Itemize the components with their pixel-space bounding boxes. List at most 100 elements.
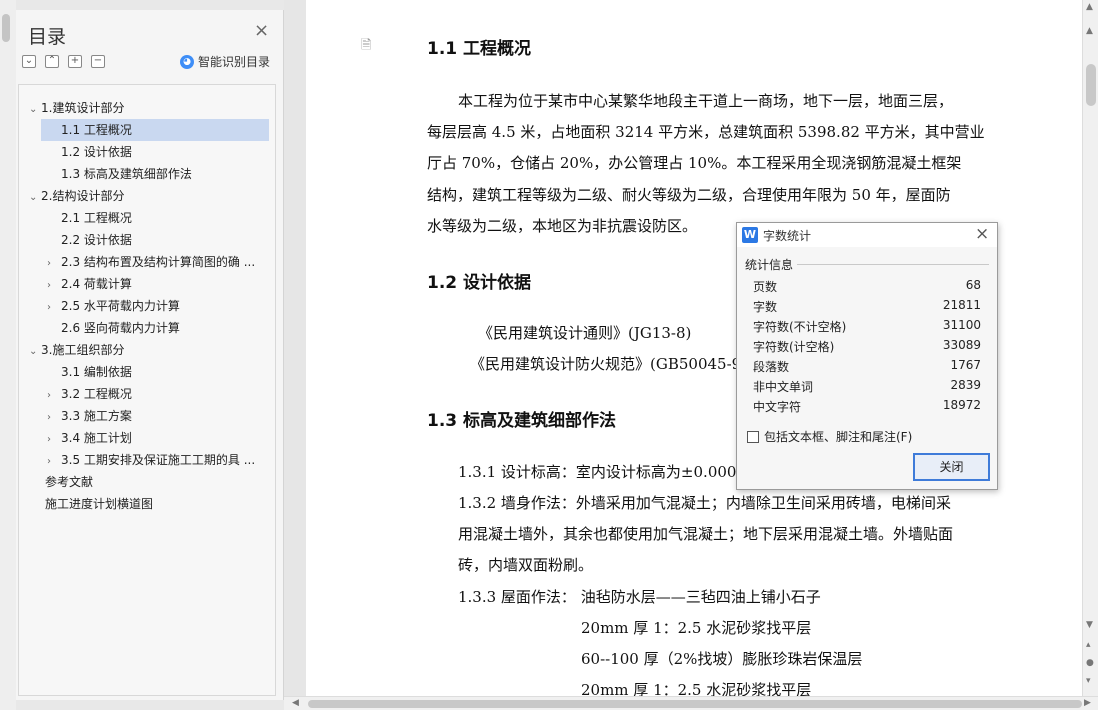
prev-page-icon[interactable]: ▴ [1086, 640, 1091, 650]
toc-item[interactable]: 3.1 编制依据 [61, 361, 269, 383]
next-page-icon[interactable]: ▾ [1086, 676, 1091, 686]
stat-label-chars-no-space: 字符数(不计空格) [753, 320, 847, 334]
toc-item[interactable]: ⌄ 3.施工组织部分 [29, 339, 269, 361]
close-button[interactable]: 关闭 [913, 453, 990, 481]
heading-1-2: 1.2 设计依据 [427, 273, 532, 293]
toc-item-label: 2.5 水平荷载内力计算 [61, 299, 180, 313]
paragraph-line: 本工程为位于某市中心某繁华地段主干道上一商场，地下一层，地面三层， [458, 92, 954, 110]
toc-item[interactable]: 1.2 设计依据 [61, 141, 269, 163]
smart-ai-icon: ◕ [180, 54, 194, 69]
stat-label-chars-with-space: 字符数(计空格) [753, 340, 835, 354]
toc-item-label: 1.1 工程概况 [61, 123, 132, 137]
panel-grip[interactable] [2, 14, 10, 42]
scroll-down-icon[interactable]: ▼ [1086, 620, 1093, 630]
chevron-down-icon[interactable]: ⌄ [29, 99, 41, 119]
smart-toc-label: 智能识别目录 [198, 55, 271, 69]
toc-item-label: 参考文献 [45, 475, 94, 489]
chevron-right-icon[interactable]: › [47, 385, 59, 405]
paragraph-line: 每层层高 4.5 米，占地面积 3214 平方米，总建筑面积 5398.82 平… [427, 123, 985, 141]
toc-item-label: 2.结构设计部分 [41, 189, 125, 203]
stat-value-words: 21811 [942, 298, 981, 312]
scroll-up-icon[interactable]: ▲ [1086, 2, 1093, 12]
toc-item[interactable]: 2.1 工程概况 [61, 207, 269, 229]
wps-app-icon: W [742, 227, 758, 243]
add-level-button[interactable]: + [68, 55, 82, 68]
stat-value-chars-with-space: 33089 [942, 338, 981, 352]
scroll-right-icon[interactable]: ▶ [1084, 698, 1091, 708]
toc-item[interactable]: 参考文献 [45, 471, 269, 493]
toc-item-label: 3.3 施工方案 [61, 409, 132, 423]
toc-item[interactable]: › 3.2 工程概况 [47, 383, 269, 405]
stat-label-chinese-chars: 中文字符 [753, 400, 802, 414]
vertical-scrollbar[interactable]: ▲ ▲ ▼ ▴ ● ▾ [1082, 0, 1098, 696]
toc-item[interactable]: › 2.5 水平荷载内力计算 [47, 295, 269, 317]
toc-item-label: 1.3 标高及建筑细部作法 [61, 167, 192, 181]
toc-item-label: 2.1 工程概况 [61, 211, 132, 225]
checkbox-box[interactable] [747, 430, 759, 443]
collapse-all-button[interactable]: ⌄ [22, 55, 36, 68]
smart-toc-button[interactable]: ◕ 智能识别目录 [180, 53, 270, 70]
toc-item[interactable]: › 3.5 工期安排及保证施工工期的具 ... [47, 449, 269, 471]
stat-label-pages: 页数 [753, 280, 778, 294]
stat-label-non-chinese-words: 非中文单词 [753, 380, 814, 394]
scroll-up-icon[interactable]: ▲ [1086, 26, 1093, 36]
select-browse-icon[interactable]: ● [1086, 658, 1094, 668]
scroll-thumb[interactable] [1086, 64, 1096, 106]
expand-up-button[interactable]: ⌃ [45, 55, 59, 68]
stat-value-paragraphs: 1767 [950, 358, 981, 372]
scroll-thumb[interactable] [308, 700, 1082, 708]
chevron-down-icon[interactable]: ⌄ [29, 341, 41, 361]
heading-1-1: 1.1 工程概况 [427, 39, 532, 59]
toc-item[interactable]: 2.2 设计依据 [61, 229, 269, 251]
word-count-dialog: W 字数统计 × 统计信息 页数 68 字数 21811 字符数(不计空格) 3… [736, 222, 998, 490]
dialog-close-icon[interactable]: × [975, 224, 989, 244]
toc-item[interactable]: ⌄ 1.建筑设计部分 [29, 97, 269, 119]
toc-item-label: 3.1 编制依据 [61, 365, 132, 379]
toc-toolbar: ⌄ ⌃ + − [22, 55, 105, 68]
toc-item[interactable]: 1.3 标高及建筑细部作法 [61, 163, 269, 185]
chevron-right-icon[interactable]: › [47, 253, 59, 273]
chevron-right-icon[interactable]: › [47, 297, 59, 317]
toc-item[interactable]: › 2.4 荷载计算 [47, 273, 269, 295]
reference-line: 《民用建筑设计通则》(JG13-8) [478, 324, 692, 342]
left-gutter [0, 0, 16, 710]
paragraph-line: 水等级为二级，本地区为非抗震设防区。 [427, 217, 698, 235]
toc-item[interactable]: › 3.4 施工计划 [47, 427, 269, 449]
toc-item-label: 施工进度计划横道图 [45, 497, 154, 511]
dialog-title: 字数统计 [763, 229, 812, 243]
divider [797, 264, 989, 265]
toc-item-label: 2.4 荷载计算 [61, 277, 132, 291]
toc-item[interactable]: › 3.3 施工方案 [47, 405, 269, 427]
paragraph-line: 厅占 70%，仓储占 20%，办公管理占 10%。本工程采用全现浇钢筋混凝土框架 [427, 154, 962, 172]
scroll-left-icon[interactable]: ◀ [292, 698, 299, 708]
toc-item[interactable]: ⌄ 2.结构设计部分 [29, 185, 269, 207]
toc-item[interactable]: › 2.3 结构布置及结构计算简图的确 ... [47, 251, 269, 273]
toc-item-label: 2.2 设计依据 [61, 233, 132, 247]
paragraph-line: 20mm 厚 1：2.5 水泥砂浆找平层 [581, 681, 812, 696]
paragraph-line: 1.3.2 墙身作法：外墙采用加气混凝土；内墙除卫生间采用砖墙，电梯间采 [458, 494, 951, 512]
horizontal-scrollbar[interactable]: ◀ ▶ [284, 696, 1098, 710]
toc-item-label: 2.6 竖向荷载内力计算 [61, 321, 180, 335]
chevron-right-icon[interactable]: › [47, 275, 59, 295]
remove-level-button[interactable]: − [91, 55, 105, 68]
chevron-right-icon[interactable]: › [47, 451, 59, 471]
paragraph-line: 1.3.1 设计标高：室内设计标高为±0.000, [458, 463, 742, 481]
chevron-right-icon[interactable]: › [47, 429, 59, 449]
include-textbox-checkbox[interactable]: 包括文本框、脚注和尾注(F) [747, 428, 912, 445]
chevron-right-icon[interactable]: › [47, 407, 59, 427]
dialog-title-bar[interactable]: W 字数统计 × [737, 223, 997, 247]
stats-group-label: 统计信息 [745, 258, 794, 272]
stat-label-words: 字数 [753, 300, 778, 314]
page-icon[interactable]: 🗎 [361, 36, 371, 58]
toc-item-selected[interactable]: 1.1 工程概况 [41, 119, 269, 141]
toc-item-label: 1.2 设计依据 [61, 145, 132, 159]
toc-title: 目录 [28, 26, 67, 48]
toc-item[interactable]: 2.6 竖向荷载内力计算 [61, 317, 269, 339]
toc-item[interactable]: 施工进度计划横道图 [45, 493, 269, 515]
reference-line: 《民用建筑设计防火规范》(GB50045-9 [470, 355, 736, 373]
paragraph-line: 1.3.3 屋面作法： 油毡防水层——三毡四油上铺小石子 [458, 588, 821, 606]
chevron-down-icon[interactable]: ⌄ [29, 187, 41, 207]
toc-panel: 目录 × ⌄ ⌃ + − ◕ 智能识别目录 ⌄ 1.建筑设计部分 1.1 工程概况… [16, 10, 284, 700]
toc-item-label: 3.2 工程概况 [61, 387, 132, 401]
toc-close-button[interactable]: × [254, 22, 269, 40]
